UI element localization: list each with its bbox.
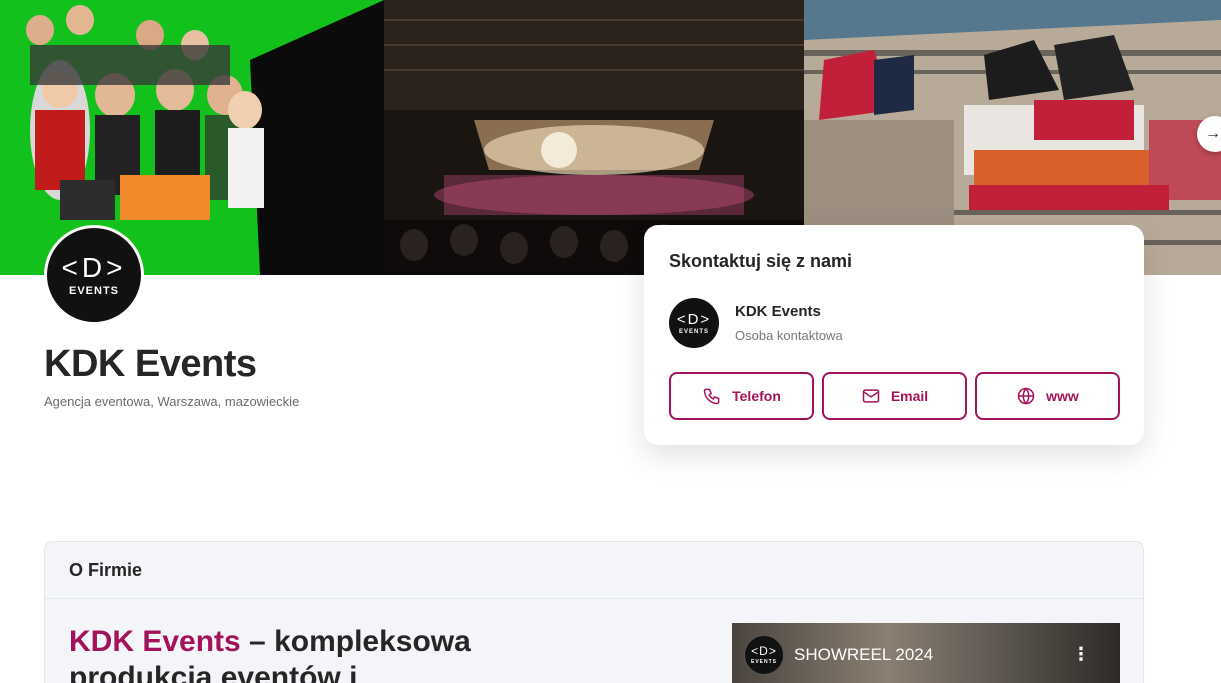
about-heading-brand: KDK Events [69,625,241,658]
channel-avatar[interactable]: <D> EVENTS [744,635,784,675]
logo-subtitle: EVENTS [68,285,119,297]
contact-person-name: KDK Events [735,303,821,320]
website-button[interactable]: www [975,372,1120,420]
about-section: O Firmie KDK Events – kompleksowa produk… [44,541,1144,683]
contact-actions: Telefon Email www [669,372,1120,420]
email-button[interactable]: Email [822,372,967,420]
phone-button[interactable]: Telefon [669,372,814,420]
gallery-photo-team[interactable] [0,0,384,275]
logo-mark: <D> [61,252,127,283]
website-button-label: www [1046,388,1079,404]
video-title[interactable]: SHOWREEL 2024 [794,645,933,665]
logo-subtitle: EVENTS [678,328,709,335]
company-category-location: Agencja eventowa, Warszawa, mazowieckie [44,394,300,409]
about-section-title: O Firmie [45,542,1143,599]
contact-person: <D> EVENTS KDK Events Osoba kontaktowa [669,298,843,348]
more-options-icon[interactable]: ⋮ [1072,645,1090,663]
company-name: KDK Events [44,343,257,385]
contact-info: KDK Events Osoba kontaktowa [735,303,843,343]
company-profile-page: → <D> EVENTS KDK Events Agencja eventowa… [0,0,1221,683]
avatar: <D> EVENTS [669,298,719,348]
about-heading: KDK Events – kompleksowa produkcja event… [69,624,529,683]
contact-card: Skontaktuj się z nami <D> EVENTS KDK Eve… [644,225,1144,445]
showreel-video[interactable]: <D> EVENTS SHOWREEL 2024 ⋮ [732,623,1120,683]
globe-icon [1017,387,1035,405]
email-button-label: Email [890,388,929,404]
logo-subtitle: EVENTS [750,659,777,665]
phone-button-label: Telefon [732,388,781,404]
company-logo: <D> EVENTS [44,225,144,325]
mail-icon [862,389,880,403]
logo-mark: <D> [676,310,712,328]
contact-person-role: Osoba kontaktowa [735,328,843,343]
logo-mark: <D> [751,644,777,658]
phone-icon [703,388,720,405]
contact-title: Skontaktuj się z nami [669,251,853,271]
